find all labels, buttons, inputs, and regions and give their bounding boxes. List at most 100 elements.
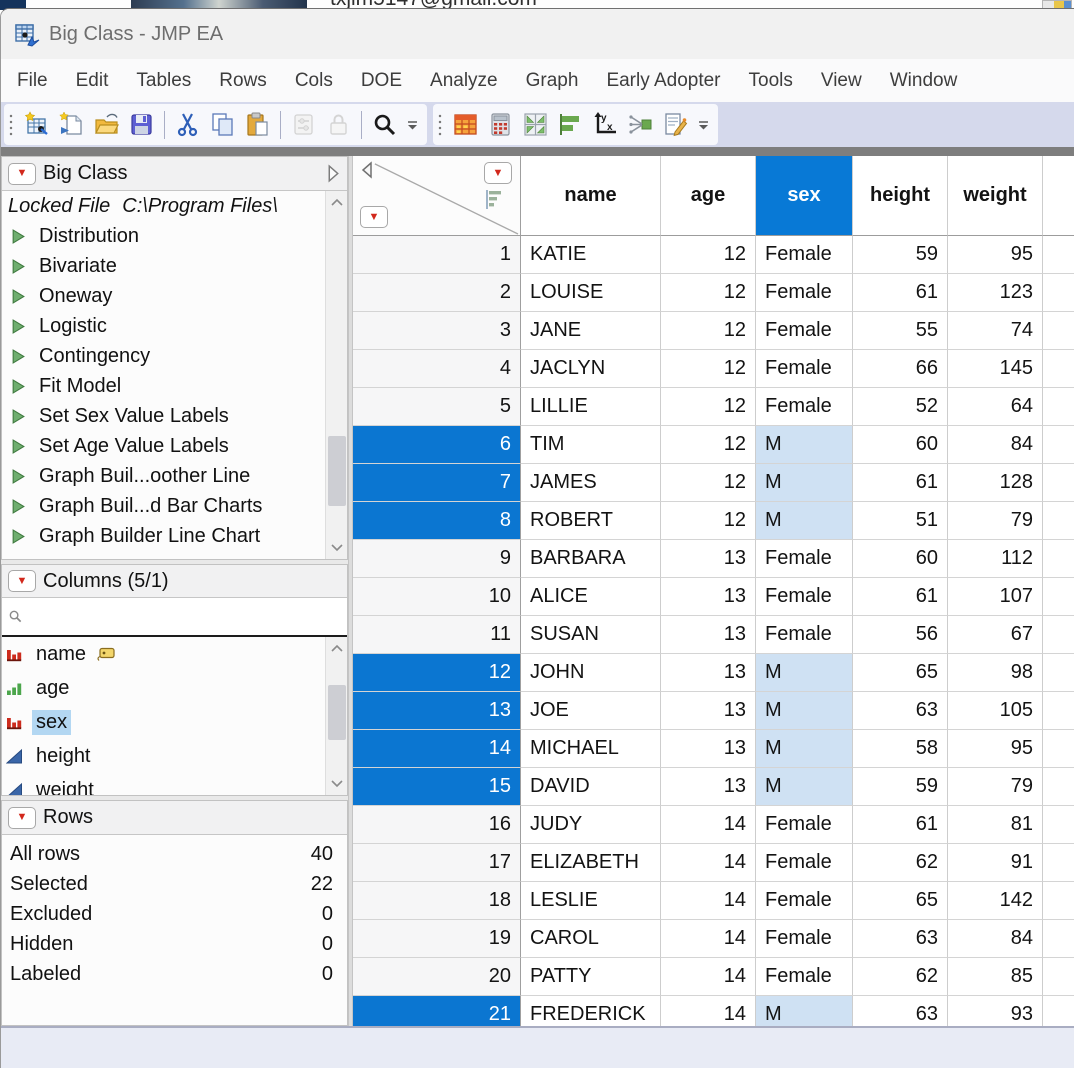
cell-sex[interactable]: Female <box>756 844 853 882</box>
red-triangle-menu-button[interactable]: ▼ <box>8 570 36 592</box>
paste-icon[interactable] <box>241 108 274 141</box>
cell-age[interactable]: 12 <box>661 350 756 388</box>
cell-weight[interactable]: 95 <box>948 236 1043 274</box>
cell-height[interactable]: 60 <box>853 540 948 578</box>
cell-height[interactable]: 63 <box>853 692 948 730</box>
cell-sex[interactable]: Female <box>756 274 853 312</box>
row-number-cell[interactable]: 20 <box>353 958 521 996</box>
cell-height[interactable]: 59 <box>853 768 948 806</box>
columns-panel-scrollbar[interactable] <box>325 637 347 795</box>
row-number-cell[interactable]: 4 <box>353 350 521 388</box>
copy-icon[interactable] <box>206 108 239 141</box>
cell-name[interactable]: JANE <box>521 312 661 350</box>
column-header-weight[interactable]: weight <box>948 156 1043 236</box>
cell-age[interactable]: 13 <box>661 654 756 692</box>
row-number-cell[interactable]: 21 <box>353 996 521 1026</box>
columns-menu-red-triangle[interactable]: ▼ <box>484 162 512 184</box>
script-item-contingency[interactable]: Contingency <box>2 341 325 371</box>
script-item-graph-builder-line-chart[interactable]: Graph Builder Line Chart <box>2 521 325 551</box>
cell-age[interactable]: 14 <box>661 958 756 996</box>
cell-name[interactable]: CAROL <box>521 920 661 958</box>
cell-height[interactable]: 59 <box>853 236 948 274</box>
panel-collapse-arrow-icon[interactable] <box>326 164 341 183</box>
scrollbar-thumb[interactable] <box>328 685 346 740</box>
cell-age[interactable]: 12 <box>661 274 756 312</box>
cell-name[interactable]: SUSAN <box>521 616 661 654</box>
distribution-icon[interactable] <box>519 108 552 141</box>
cell-name[interactable]: ALICE <box>521 578 661 616</box>
cell-height[interactable]: 55 <box>853 312 948 350</box>
cell-name[interactable]: JOE <box>521 692 661 730</box>
cell-sex[interactable]: M <box>756 464 853 502</box>
cell-name[interactable]: LOUISE <box>521 274 661 312</box>
script-item-graph-buil-oother-line[interactable]: Graph Buil...oother Line <box>2 461 325 491</box>
row-number-cell[interactable]: 2 <box>353 274 521 312</box>
cell-name[interactable]: BARBARA <box>521 540 661 578</box>
cell-height[interactable]: 63 <box>853 996 948 1026</box>
cell-height[interactable]: 61 <box>853 578 948 616</box>
cell-height[interactable]: 52 <box>853 388 948 426</box>
save-icon[interactable] <box>125 108 158 141</box>
menu-view[interactable]: View <box>807 64 876 98</box>
menu-window[interactable]: Window <box>876 64 972 98</box>
script-item-set-sex-value-labels[interactable]: Set Sex Value Labels <box>2 401 325 431</box>
cell-height[interactable]: 61 <box>853 806 948 844</box>
cell-age[interactable]: 14 <box>661 882 756 920</box>
cell-height[interactable]: 61 <box>853 274 948 312</box>
profiler-icon[interactable] <box>624 108 657 141</box>
new-data-table-icon[interactable] <box>20 108 53 141</box>
cell-age[interactable]: 13 <box>661 616 756 654</box>
cell-sex[interactable]: Female <box>756 882 853 920</box>
cell-age[interactable]: 13 <box>661 768 756 806</box>
scroll-down-icon[interactable] <box>326 775 347 793</box>
open-file-icon[interactable] <box>90 108 123 141</box>
graph-builder-icon[interactable] <box>554 108 587 141</box>
script-item-bivariate[interactable]: Bivariate <box>2 251 325 281</box>
row-number-cell[interactable]: 11 <box>353 616 521 654</box>
menu-early-adopter[interactable]: Early Adopter <box>592 64 734 98</box>
column-header-height[interactable]: height <box>853 156 948 236</box>
cell-weight[interactable]: 145 <box>948 350 1043 388</box>
script-item-graph-buil-d-bar-charts[interactable]: Graph Buil...d Bar Charts <box>2 491 325 521</box>
column-header-age[interactable]: age <box>661 156 756 236</box>
cell-height[interactable]: 60 <box>853 426 948 464</box>
red-triangle-menu-button[interactable]: ▼ <box>8 807 36 829</box>
menu-graph[interactable]: Graph <box>512 64 593 98</box>
column-item-name[interactable]: name <box>2 637 325 671</box>
cell-sex[interactable]: M <box>756 426 853 464</box>
calculator-icon[interactable] <box>484 108 517 141</box>
cell-sex[interactable]: M <box>756 692 853 730</box>
cell-age[interactable]: 12 <box>661 236 756 274</box>
menu-file[interactable]: File <box>3 64 62 98</box>
cell-sex[interactable]: Female <box>756 388 853 426</box>
cell-sex[interactable]: Female <box>756 578 853 616</box>
cell-weight[interactable]: 85 <box>948 958 1043 996</box>
cell-height[interactable]: 66 <box>853 350 948 388</box>
cell-age[interactable]: 13 <box>661 540 756 578</box>
cell-age[interactable]: 12 <box>661 502 756 540</box>
cell-name[interactable]: JOHN <box>521 654 661 692</box>
cell-weight[interactable]: 91 <box>948 844 1043 882</box>
cell-weight[interactable]: 142 <box>948 882 1043 920</box>
new-journal-icon[interactable] <box>55 108 88 141</box>
column-header-sex[interactable]: sex <box>756 156 853 236</box>
row-number-cell[interactable]: 3 <box>353 312 521 350</box>
cell-age[interactable]: 14 <box>661 996 756 1026</box>
row-number-cell[interactable]: 6 <box>353 426 521 464</box>
row-number-cell[interactable]: 1 <box>353 236 521 274</box>
annotate-icon[interactable] <box>659 108 692 141</box>
menu-doe[interactable]: DOE <box>347 64 416 98</box>
cell-name[interactable]: DAVID <box>521 768 661 806</box>
cell-name[interactable]: PATTY <box>521 958 661 996</box>
cell-sex[interactable]: Female <box>756 540 853 578</box>
cell-weight[interactable]: 112 <box>948 540 1043 578</box>
cell-age[interactable]: 12 <box>661 464 756 502</box>
row-number-cell[interactable]: 10 <box>353 578 521 616</box>
menu-rows[interactable]: Rows <box>205 64 281 98</box>
column-item-height[interactable]: height <box>2 739 325 773</box>
menu-tools[interactable]: Tools <box>735 64 807 98</box>
cell-age[interactable]: 13 <box>661 730 756 768</box>
toolbar-grip[interactable] <box>9 113 13 137</box>
cell-age[interactable]: 13 <box>661 692 756 730</box>
row-number-cell[interactable]: 5 <box>353 388 521 426</box>
